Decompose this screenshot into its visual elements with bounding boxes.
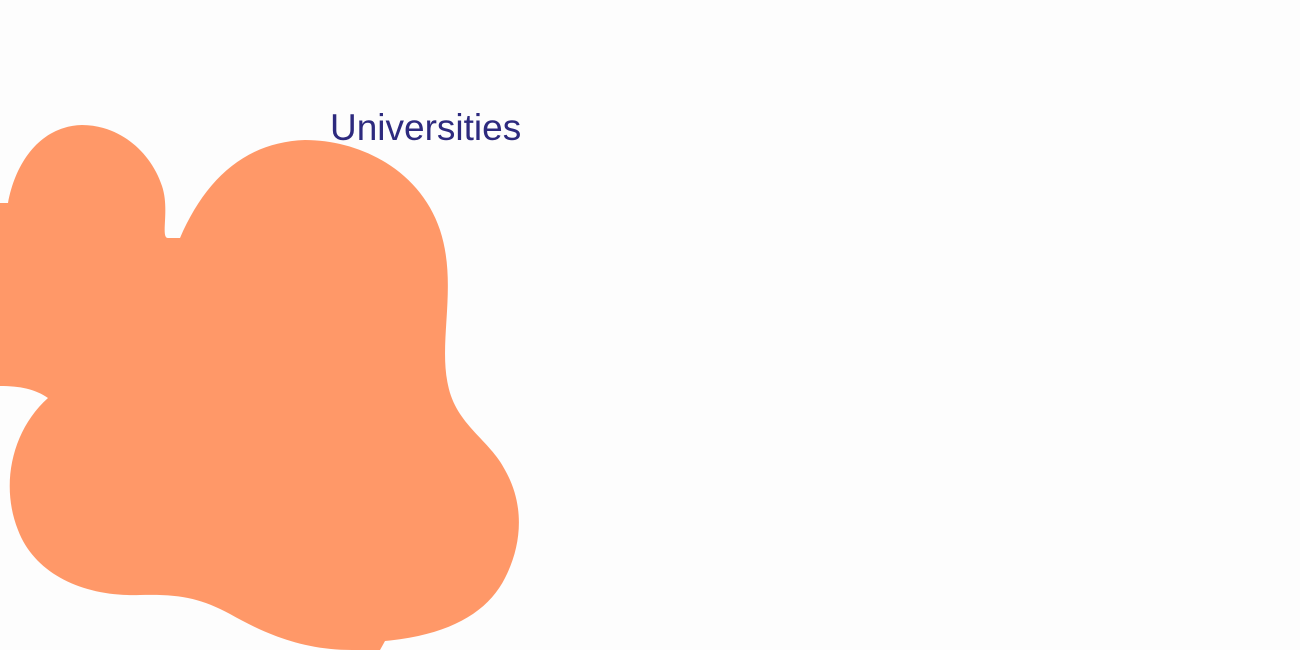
universities-section: Universities: [0, 0, 1300, 650]
section-title: Universities: [330, 107, 522, 148]
decorative-blob-shape: [0, 125, 519, 650]
